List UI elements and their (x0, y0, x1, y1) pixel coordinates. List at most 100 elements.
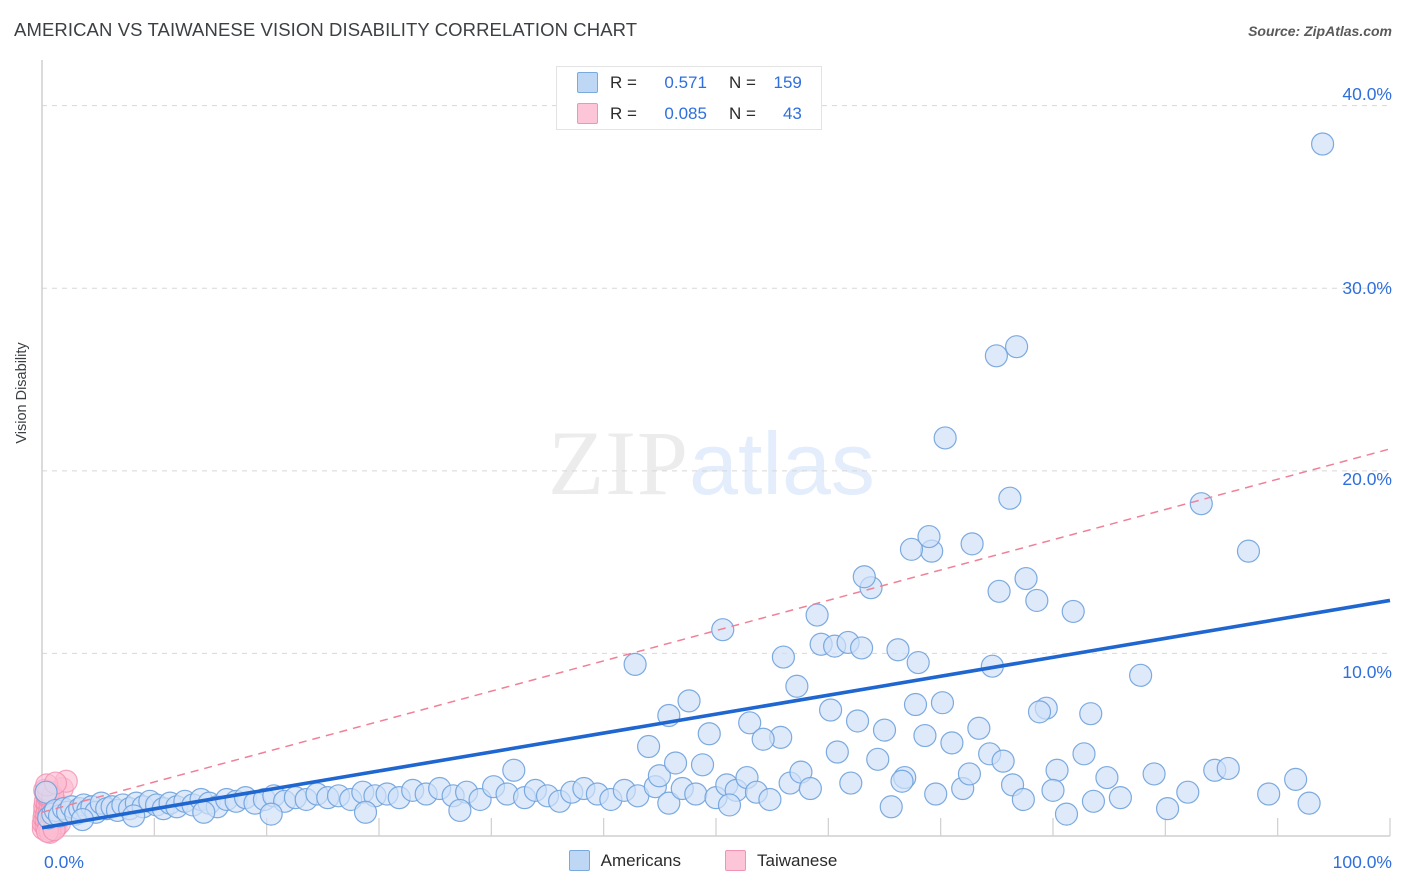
data-point-americans[interactable] (906, 650, 930, 675)
americans-points (34, 132, 1335, 832)
stats-legend-row-taiwanese: R = 0.085 N = 43 (557, 98, 821, 129)
legend-label-americans: Americans (600, 850, 681, 870)
correlation-chart: AMERICAN VS TAIWANESE VISION DISABILITY … (0, 0, 1406, 892)
data-point-americans[interactable] (933, 426, 957, 450)
data-point-americans[interactable] (1236, 539, 1261, 563)
y-axis-tick-20: 20.0% (1342, 469, 1392, 489)
legend-item-taiwanese[interactable]: Taiwanese (724, 850, 838, 871)
data-point-americans[interactable] (872, 718, 897, 742)
stats-legend-row-americans: R = 0.571 N = 159 (557, 67, 821, 98)
data-point-americans[interactable] (886, 638, 910, 662)
data-point-americans[interactable] (717, 793, 742, 817)
data-point-americans[interactable] (890, 769, 914, 793)
data-point-americans[interactable] (879, 795, 903, 819)
data-point-americans[interactable] (1041, 778, 1065, 802)
n-value-americans: 159 (773, 72, 802, 92)
data-point-americans[interactable] (852, 565, 876, 589)
series-legend: Americans Taiwanese (0, 850, 1406, 871)
y-axis-tick-30: 30.0% (1342, 278, 1392, 298)
data-point-americans[interactable] (957, 762, 982, 786)
legend-item-americans[interactable]: Americans (568, 850, 681, 871)
data-point-americans[interactable] (1072, 742, 1096, 766)
stats-legend: R = 0.571 N = 159 R = 0.085 N = 43 (556, 66, 822, 130)
data-point-americans[interactable] (1284, 767, 1308, 791)
data-point-americans[interactable] (758, 787, 782, 812)
data-point-americans[interactable] (122, 804, 146, 828)
data-point-americans[interactable] (987, 579, 1011, 603)
data-point-americans[interactable] (903, 692, 928, 717)
data-point-americans[interactable] (1025, 588, 1049, 613)
r-label-americans: R = (610, 72, 637, 92)
data-point-americans[interactable] (1310, 132, 1335, 156)
data-point-americans[interactable] (1054, 802, 1079, 826)
data-point-americans[interactable] (839, 771, 863, 795)
data-point-americans[interactable] (991, 749, 1015, 773)
data-point-americans[interactable] (1257, 782, 1281, 806)
y-axis-tick-40: 40.0% (1342, 84, 1392, 104)
data-point-americans[interactable] (967, 716, 991, 740)
data-point-americans[interactable] (913, 723, 937, 748)
data-point-americans[interactable] (690, 753, 715, 777)
data-point-americans[interactable] (1297, 791, 1321, 815)
data-point-americans[interactable] (1129, 663, 1153, 687)
n-label-taiwanese: N = (728, 103, 756, 123)
r-value-taiwanese: 0.085 (664, 103, 707, 123)
n-value-taiwanese: 43 (782, 103, 802, 123)
data-point-americans[interactable] (1014, 566, 1038, 591)
data-point-americans[interactable] (259, 802, 283, 826)
data-point-americans[interactable] (917, 524, 941, 549)
data-point-americans[interactable] (1011, 787, 1035, 812)
data-point-americans[interactable] (1108, 786, 1133, 810)
data-point-americans[interactable] (785, 674, 809, 698)
data-point-americans[interactable] (623, 652, 647, 676)
data-point-americans[interactable] (1027, 700, 1052, 724)
data-point-americans[interactable] (1155, 797, 1180, 821)
data-point-americans[interactable] (940, 731, 964, 755)
data-point-americans[interactable] (711, 618, 735, 642)
data-point-americans[interactable] (1045, 758, 1069, 782)
data-point-americans[interactable] (805, 603, 829, 627)
data-point-americans[interactable] (1005, 335, 1029, 359)
data-point-americans[interactable] (636, 734, 661, 759)
data-point-americans[interactable] (924, 782, 948, 806)
data-point-americans[interactable] (1142, 762, 1166, 786)
data-point-americans[interactable] (1081, 789, 1106, 813)
plot-area (31, 60, 1391, 844)
gridlines (42, 105, 1390, 654)
data-point-americans[interactable] (353, 800, 378, 824)
legend-color-americans (568, 850, 590, 871)
data-point-americans[interactable] (677, 689, 701, 713)
data-point-americans[interactable] (960, 532, 984, 556)
data-point-americans[interactable] (697, 722, 721, 746)
data-point-americans[interactable] (1176, 780, 1200, 804)
data-point-americans[interactable] (1095, 765, 1119, 790)
data-point-americans[interactable] (998, 486, 1022, 510)
x-axis-ticks (41, 818, 1391, 836)
data-point-americans[interactable] (849, 636, 874, 660)
data-point-americans[interactable] (1189, 492, 1213, 516)
legend-swatch-americans (577, 72, 598, 93)
data-point-americans[interactable] (845, 709, 870, 733)
data-point-americans[interactable] (192, 800, 216, 824)
data-point-americans[interactable] (866, 747, 890, 771)
data-point-americans[interactable] (502, 758, 526, 782)
data-point-americans[interactable] (930, 691, 955, 715)
data-point-americans[interactable] (771, 645, 796, 669)
data-point-americans[interactable] (825, 740, 849, 764)
data-point-americans[interactable] (1079, 702, 1103, 726)
data-point-americans[interactable] (984, 344, 1008, 368)
data-point-americans[interactable] (751, 727, 775, 751)
data-point-americans[interactable] (684, 782, 708, 806)
data-point-americans[interactable] (818, 698, 843, 722)
n-label-americans: N = (728, 72, 756, 92)
legend-label-taiwanese: Taiwanese (756, 850, 838, 870)
legend-color-taiwanese (724, 850, 746, 871)
data-point-americans[interactable] (448, 798, 472, 823)
data-point-americans[interactable] (798, 776, 822, 801)
data-point-americans[interactable] (1216, 756, 1240, 781)
legend-swatch-taiwanese (577, 103, 598, 124)
data-point-americans[interactable] (1061, 599, 1085, 624)
data-point-americans[interactable] (663, 751, 688, 775)
r-value-americans: 0.571 (664, 72, 707, 92)
y-axis-tick-10: 10.0% (1342, 662, 1392, 682)
